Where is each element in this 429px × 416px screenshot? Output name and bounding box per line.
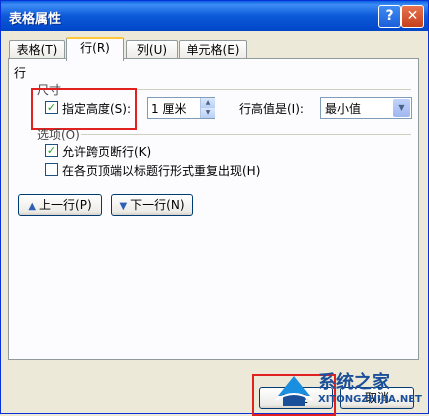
arrow-up-icon: ▲: [28, 201, 37, 212]
tab-cell[interactable]: 单元格(E): [179, 40, 247, 59]
window-title: 表格属性: [9, 12, 62, 27]
next-row-button[interactable]: ▼ 下一行(N): [111, 194, 193, 216]
allow-break-label: 允许跨页断行(K): [62, 145, 152, 159]
height-value: 1 厘米: [151, 102, 187, 116]
close-icon: ✕: [406, 8, 419, 24]
table-properties-dialog: 表格属性 ? ✕ 表格(T) 行(R) 列(U) 单元格(E) 行 尺寸 ✓ 指…: [0, 0, 429, 416]
watermark-url: XITONGZHIJIA.NET: [318, 394, 422, 405]
watermark-name: 系统之家: [318, 372, 390, 393]
spin-up-icon[interactable]: ▲: [200, 98, 215, 108]
row-height-mode-value: 最小值: [325, 102, 362, 116]
arrow-down-icon: ▼: [119, 201, 128, 212]
checkmark-icon: ✓: [46, 101, 57, 114]
previous-row-label: 上一行(P): [39, 198, 92, 212]
size-divider: [65, 89, 411, 90]
options-divider: [81, 134, 411, 135]
height-value-spinner[interactable]: 1 厘米 ▲ ▼: [147, 97, 215, 119]
tab-column[interactable]: 列(U): [126, 40, 178, 59]
previous-row-button[interactable]: ▲ 上一行(P): [18, 194, 102, 216]
size-section-label: 尺寸: [37, 83, 62, 97]
repeat-header-checkbox[interactable]: [45, 163, 58, 176]
watermark-logo-icon: [275, 376, 313, 406]
close-button[interactable]: ✕: [401, 5, 424, 28]
spin-down-icon[interactable]: ▼: [200, 108, 215, 118]
chevron-down-icon[interactable]: ▼: [393, 99, 410, 117]
options-section-label: 选项(O): [37, 128, 80, 142]
next-row-label: 下一行(N): [130, 198, 185, 212]
checkmark-icon: ✓: [46, 144, 57, 157]
question-icon: ?: [385, 8, 394, 24]
row-height-mode-select[interactable]: 最小值 ▼: [320, 97, 412, 119]
tab-table[interactable]: 表格(T): [9, 40, 65, 59]
specify-height-checkbox[interactable]: ✓: [45, 101, 58, 114]
allow-break-checkbox[interactable]: ✓: [45, 144, 58, 157]
help-button[interactable]: ?: [378, 5, 401, 28]
row-section-label: 行: [14, 66, 27, 80]
watermark: 系统之家 XITONGZHIJIA.NET: [274, 362, 429, 414]
title-bar[interactable]: 表格属性 ? ✕: [1, 1, 428, 31]
specify-height-label: 指定高度(S):: [62, 102, 132, 116]
row-height-mode-label: 行高值是(I):: [239, 102, 304, 116]
repeat-header-label: 在各页顶端以标题行形式重复出现(H): [62, 164, 261, 178]
tab-row[interactable]: 行(R): [66, 37, 124, 61]
